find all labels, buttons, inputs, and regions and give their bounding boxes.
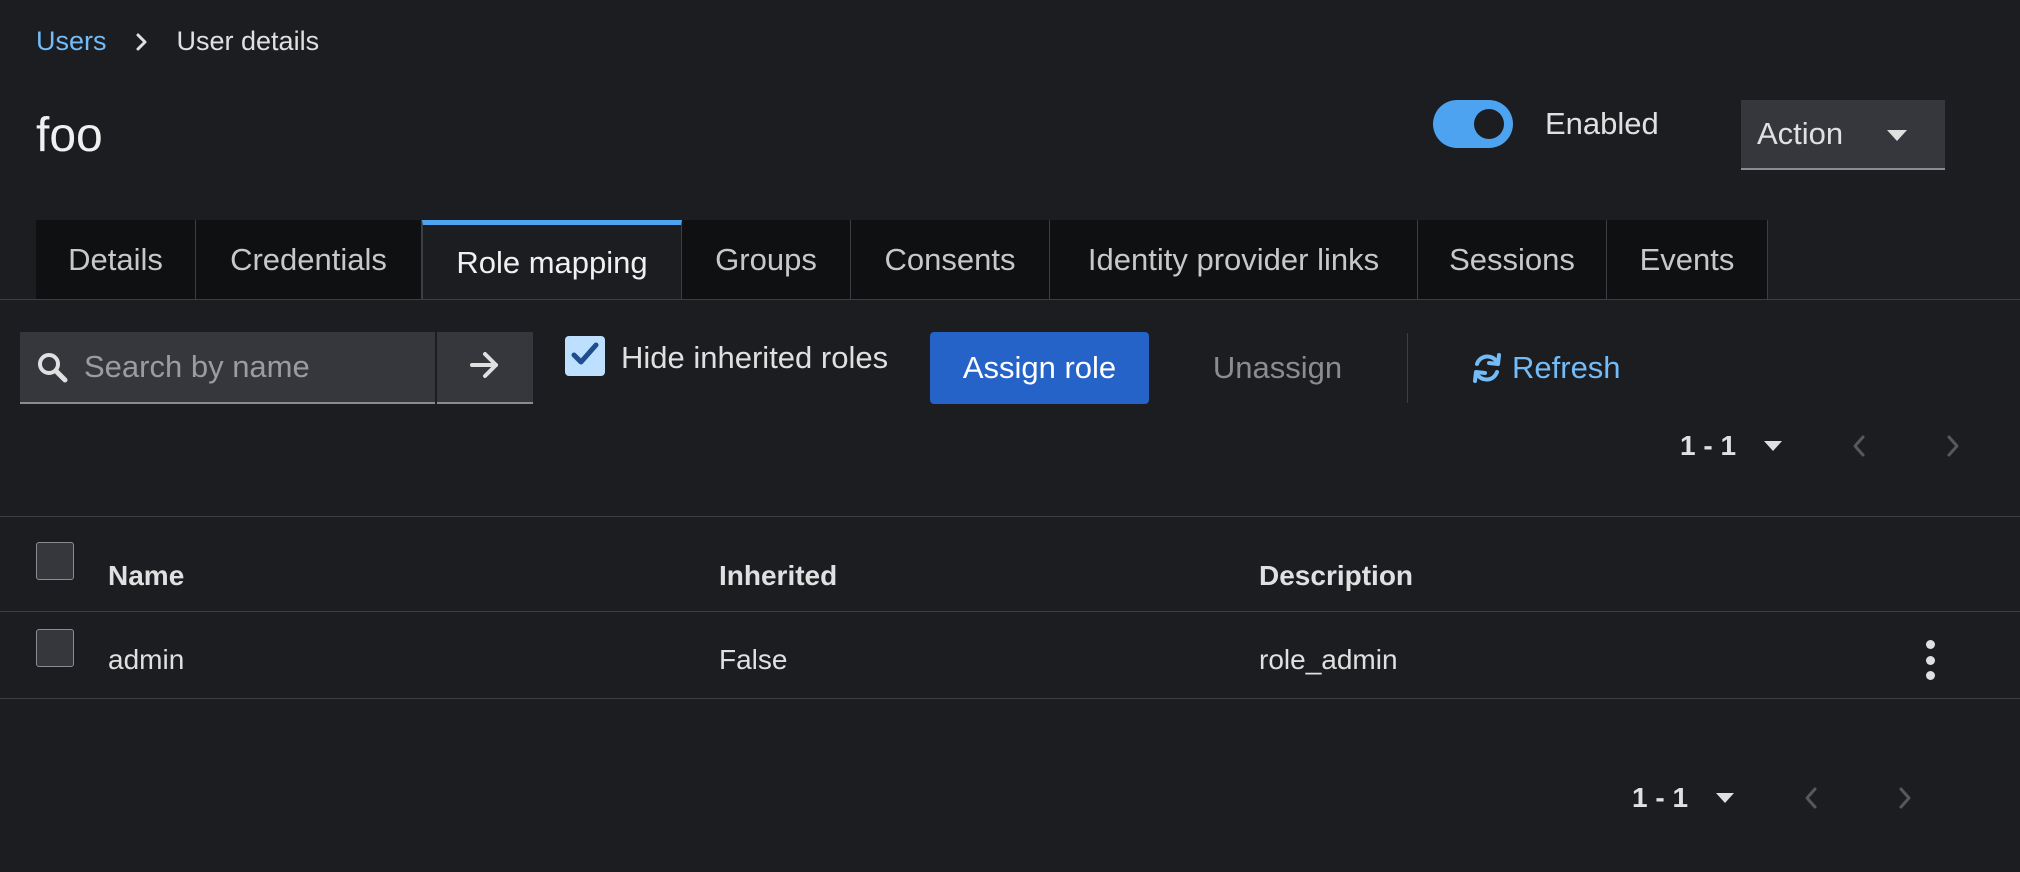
caret-down-icon [1887, 130, 1907, 141]
tab-label: Role mapping [456, 244, 648, 280]
action-dropdown-label: Action [1757, 116, 1844, 151]
breadcrumb-current: User details [176, 26, 320, 56]
tab-credentials[interactable]: Credentials [196, 220, 422, 300]
angle-left-icon[interactable] [1852, 434, 1866, 458]
enabled-label: Enabled [1545, 106, 1659, 141]
tab-label: Groups [715, 242, 817, 277]
check-icon [570, 340, 600, 373]
tab-consents[interactable]: Consents [851, 220, 1050, 300]
search-box [20, 332, 435, 404]
row-inherited: False [719, 644, 788, 675]
table-bottom-border [0, 698, 2020, 699]
kebab-icon[interactable] [1918, 640, 1942, 680]
table-top-border [0, 516, 2020, 517]
angle-right-icon[interactable] [1946, 434, 1960, 458]
pagination-bottom: 1 - 1 [1632, 782, 1912, 814]
tab-label: Credentials [230, 242, 387, 277]
action-dropdown[interactable]: Action [1741, 100, 1945, 170]
tabs-divider [0, 299, 2020, 300]
search-input[interactable] [82, 348, 416, 386]
unassign-button[interactable]: Unassign [1190, 332, 1365, 404]
pagination-top: 1 - 1 [1680, 430, 1960, 462]
caret-down-icon[interactable] [1764, 441, 1783, 451]
column-header-description: Description [1259, 560, 1414, 591]
row-name: admin [108, 644, 185, 675]
assign-role-button[interactable]: Assign role [930, 332, 1149, 404]
tab-events[interactable]: Events [1607, 220, 1768, 300]
table-row: admin False role_admin [0, 612, 2020, 698]
tab-bar: Details Credentials Role mapping Groups … [36, 220, 1768, 300]
tab-label: Details [68, 242, 163, 277]
pagination-range[interactable]: 1 - 1 [1680, 430, 1736, 462]
caret-down-icon[interactable] [1716, 793, 1735, 803]
tab-details[interactable]: Details [36, 220, 196, 300]
row-checkbox[interactable] [36, 629, 74, 667]
row-description: role_admin [1259, 644, 1398, 675]
refresh-label: Refresh [1512, 350, 1621, 385]
hide-inherited-label[interactable]: Hide inherited roles [621, 340, 888, 376]
hide-inherited-checkbox[interactable] [565, 336, 605, 376]
tab-identity-provider-links[interactable]: Identity provider links [1050, 220, 1418, 300]
search-icon [36, 351, 68, 383]
column-header-name[interactable]: Name [108, 560, 184, 592]
breadcrumb-link-users[interactable]: Users [36, 26, 107, 57]
tab-role-mapping[interactable]: Role mapping [422, 220, 682, 300]
angle-left-icon[interactable] [1804, 786, 1818, 810]
column-header-inherited: Inherited [719, 560, 838, 591]
refresh-button[interactable]: Refresh [1470, 332, 1621, 404]
chevron-right-icon [135, 32, 149, 52]
angle-right-icon[interactable] [1898, 786, 1912, 810]
tab-label: Consents [884, 242, 1016, 277]
enabled-toggle[interactable] [1433, 100, 1513, 148]
toolbar-divider [1407, 333, 1408, 403]
pagination-range[interactable]: 1 - 1 [1632, 782, 1688, 814]
tab-label: Sessions [1449, 242, 1575, 277]
search-submit-button[interactable] [437, 332, 533, 404]
select-all-checkbox[interactable] [36, 542, 74, 580]
breadcrumb: Users User details [36, 26, 319, 57]
tab-label: Identity provider links [1087, 242, 1380, 277]
tab-sessions[interactable]: Sessions [1418, 220, 1607, 300]
toggle-knob [1474, 109, 1504, 139]
sync-icon [1470, 351, 1504, 385]
arrow-right-icon [469, 350, 501, 385]
page-title: foo [36, 109, 103, 162]
tab-groups[interactable]: Groups [682, 220, 851, 300]
tab-label: Events [1639, 242, 1735, 277]
